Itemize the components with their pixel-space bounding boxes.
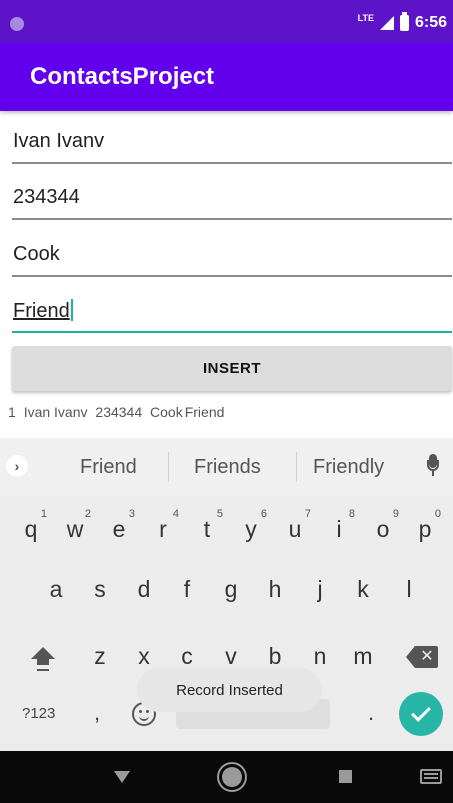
key-u[interactable]: u7 <box>275 504 315 554</box>
text-cursor <box>70 299 73 321</box>
key-hint: 8 <box>348 508 355 520</box>
status-bar: LTE 6:56 <box>0 0 453 43</box>
period-key[interactable]: . <box>368 700 374 726</box>
key-label: e <box>112 515 126 542</box>
key-hint: 7 <box>304 508 311 520</box>
key-label: o <box>376 515 390 542</box>
field-underline <box>12 218 452 220</box>
field-underline <box>12 162 452 164</box>
name-field-value: Ivan Ivanv <box>13 130 105 152</box>
key-label: i <box>336 515 342 542</box>
name-field[interactable]: Ivan Ivanv <box>12 120 452 164</box>
key-label: t <box>203 515 211 542</box>
record-list-item: 1 Ivan Ivanv 234344 Cook Friend <box>8 404 228 420</box>
comma-key[interactable]: , <box>94 700 100 726</box>
key-y[interactable]: y6 <box>231 504 271 554</box>
battery-icon <box>399 12 409 31</box>
backspace-icon[interactable]: ✕ <box>406 646 438 668</box>
shift-icon[interactable] <box>26 647 60 677</box>
field-underline-focused <box>12 331 452 333</box>
key-m[interactable]: m <box>343 631 383 681</box>
key-o[interactable]: o9 <box>363 504 403 554</box>
record-phone: 234344 <box>95 404 143 420</box>
expand-chevron-icon[interactable]: › <box>6 455 28 477</box>
key-r[interactable]: r4 <box>143 504 183 554</box>
key-label: r <box>159 515 167 542</box>
checkmark-icon <box>411 702 431 722</box>
key-w[interactable]: w2 <box>55 504 95 554</box>
key-h[interactable]: h <box>255 564 295 614</box>
home-icon[interactable] <box>222 767 242 787</box>
symbols-key[interactable]: ?123 <box>22 705 55 722</box>
key-z[interactable]: z <box>80 631 120 681</box>
recent-apps-icon[interactable] <box>339 770 352 783</box>
navigation-bar <box>0 751 453 803</box>
notification-dot-icon <box>10 17 24 31</box>
key-s[interactable]: s <box>80 564 120 614</box>
insert-button[interactable]: INSERT <box>12 346 452 391</box>
key-label: p <box>418 515 432 542</box>
app-title: ContactsProject <box>30 63 215 90</box>
suggestion-1[interactable]: Friend <box>80 456 137 479</box>
app-bar: ContactsProject <box>0 43 453 111</box>
microphone-icon[interactable] <box>427 454 439 480</box>
suggestion-divider <box>296 452 297 482</box>
relation-field-value: Friend <box>13 300 70 322</box>
key-hint: 1 <box>40 508 47 520</box>
key-e[interactable]: e3 <box>99 504 139 554</box>
key-hint: 6 <box>260 508 267 520</box>
enter-key[interactable] <box>399 692 443 736</box>
key-k[interactable]: k <box>343 564 383 614</box>
key-label: u <box>288 515 302 542</box>
key-p[interactable]: p0 <box>405 504 445 554</box>
record-job: Cook <box>150 404 183 420</box>
record-name: Ivan Ivanv <box>23 404 88 420</box>
key-hint: 0 <box>434 508 441 520</box>
key-g[interactable]: g <box>211 564 251 614</box>
key-hint: 9 <box>392 508 399 520</box>
suggestion-3[interactable]: Friendly <box>313 456 384 479</box>
key-label: w <box>66 515 84 542</box>
job-field-value: Cook <box>13 243 60 265</box>
key-d[interactable]: d <box>124 564 164 614</box>
toast-message: Record Inserted <box>137 668 322 712</box>
key-f[interactable]: f <box>167 564 207 614</box>
suggestion-divider <box>168 452 169 482</box>
signal-icon <box>379 16 394 30</box>
phone-field-value: 234344 <box>13 186 80 208</box>
relation-field-value-wrap: Friend <box>13 299 73 323</box>
key-label: y <box>245 515 257 542</box>
job-field[interactable]: Cook <box>12 233 452 277</box>
key-label: q <box>24 515 38 542</box>
clock: 6:56 <box>414 14 447 31</box>
key-l[interactable]: l <box>389 564 429 614</box>
suggestion-strip: › Friend Friends Friendly <box>0 438 453 496</box>
key-hint: 3 <box>128 508 135 520</box>
status-icons: LTE 6:56 <box>357 12 447 33</box>
key-hint: 5 <box>216 508 223 520</box>
keyboard-switch-icon[interactable] <box>420 769 442 784</box>
key-a[interactable]: a <box>36 564 76 614</box>
relation-field[interactable]: Friend <box>12 289 452 333</box>
key-i[interactable]: i8 <box>319 504 359 554</box>
key-t[interactable]: t5 <box>187 504 227 554</box>
suggestion-2[interactable]: Friends <box>194 456 261 479</box>
key-j[interactable]: j <box>300 564 340 614</box>
phone-field[interactable]: 234344 <box>12 176 452 220</box>
record-relation: Friend <box>184 404 225 420</box>
back-icon[interactable] <box>114 771 130 783</box>
key-hint: 4 <box>172 508 179 520</box>
field-underline <box>12 275 452 277</box>
key-q[interactable]: q1 <box>11 504 51 554</box>
key-hint: 2 <box>84 508 91 520</box>
network-type-label: LTE <box>357 13 374 23</box>
record-id: 1 <box>8 404 16 420</box>
